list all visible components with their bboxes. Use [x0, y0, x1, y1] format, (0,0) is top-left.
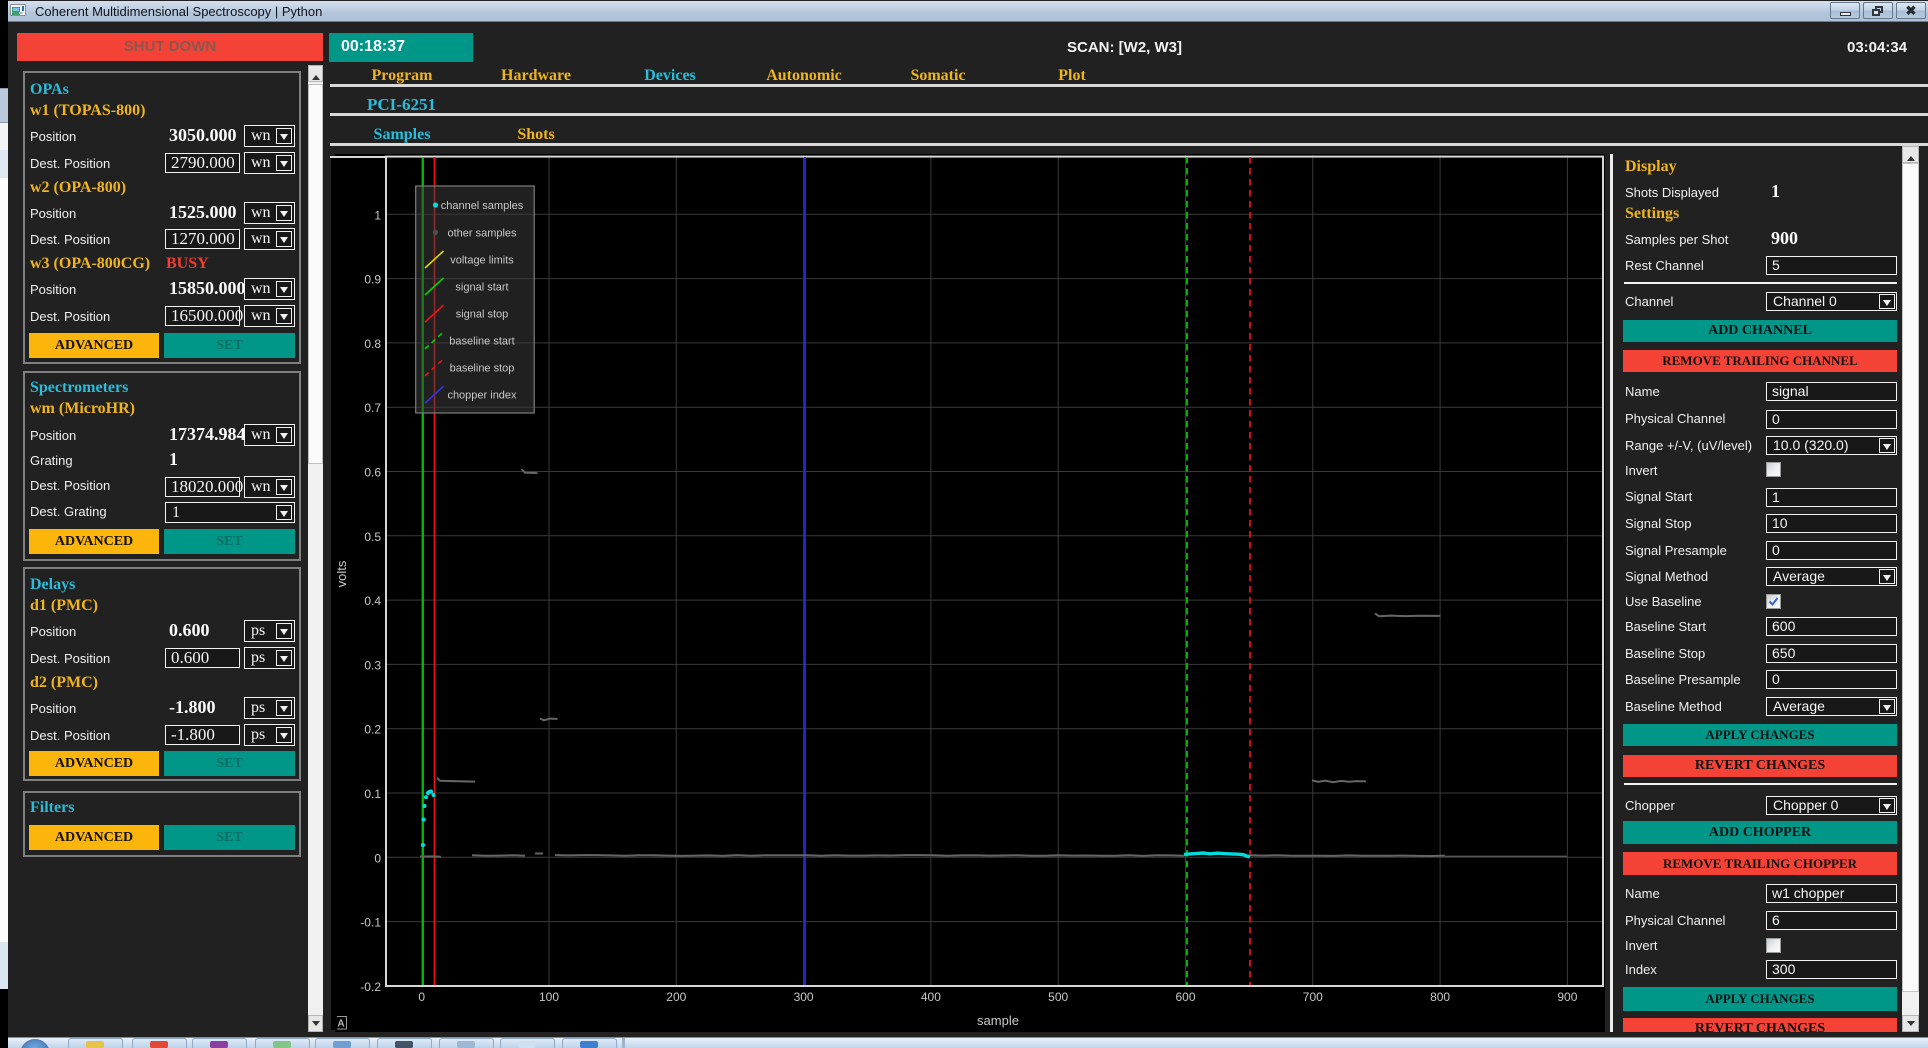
- svg-text:500: 500: [1048, 990, 1068, 1004]
- svg-text:sample: sample: [977, 1013, 1019, 1028]
- svg-text:100: 100: [539, 990, 559, 1004]
- svg-text:400: 400: [921, 990, 941, 1004]
- svg-text:800: 800: [1430, 990, 1450, 1004]
- svg-text:volts: volts: [335, 560, 349, 587]
- svg-text:A: A: [337, 1019, 344, 1030]
- svg-text:voltage limits: voltage limits: [450, 255, 514, 267]
- svg-text:channel samples: channel samples: [441, 200, 524, 212]
- svg-text:900: 900: [1557, 990, 1577, 1004]
- svg-text:other samples: other samples: [447, 227, 517, 239]
- svg-text:0: 0: [418, 990, 425, 1004]
- svg-text:0.8: 0.8: [364, 337, 381, 351]
- svg-text:0.6: 0.6: [364, 466, 381, 480]
- svg-text:0.5: 0.5: [364, 530, 381, 544]
- svg-text:signal start: signal start: [455, 282, 508, 294]
- svg-text:0.9: 0.9: [364, 273, 381, 287]
- svg-text:0: 0: [374, 851, 381, 865]
- svg-text:-0.1: -0.1: [360, 916, 381, 930]
- svg-text:700: 700: [1303, 990, 1323, 1004]
- svg-text:0.4: 0.4: [364, 594, 381, 608]
- svg-text:0.2: 0.2: [364, 723, 381, 737]
- svg-text:0.7: 0.7: [364, 401, 381, 415]
- svg-text:baseline start: baseline start: [449, 335, 514, 347]
- svg-text:signal stop: signal stop: [456, 309, 509, 321]
- svg-text:0.3: 0.3: [364, 658, 381, 672]
- svg-text:300: 300: [794, 990, 814, 1004]
- svg-text:200: 200: [666, 990, 686, 1004]
- svg-text:chopper index: chopper index: [447, 390, 517, 402]
- svg-text:600: 600: [1175, 990, 1195, 1004]
- svg-text:-0.2: -0.2: [360, 980, 381, 994]
- svg-text:0.1: 0.1: [364, 787, 381, 801]
- svg-text:1: 1: [374, 208, 381, 222]
- svg-text:baseline stop: baseline stop: [450, 362, 515, 374]
